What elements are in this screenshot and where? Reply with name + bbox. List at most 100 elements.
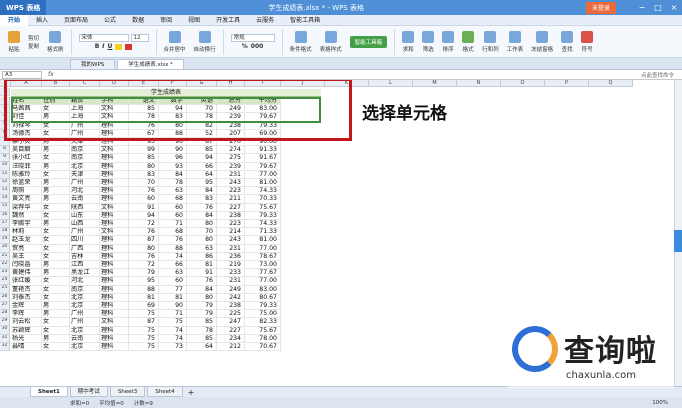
table-cell[interactable]: 张红媛 [11,277,42,286]
table-cell[interactable]: 80 [129,244,159,253]
table-cell[interactable]: 上海 [70,105,100,114]
table-cell[interactable]: 男 [42,302,70,311]
table-cell[interactable]: 75 [159,318,187,327]
table-cell[interactable]: 67 [129,129,159,138]
table-cell[interactable]: 理科 [100,285,129,294]
table-cell[interactable]: 理科 [100,343,129,352]
menu-data[interactable]: 数据 [124,15,152,26]
table-cell[interactable]: 77.00 [245,170,281,179]
find-button[interactable]: 查找 [557,28,577,56]
column-header-q[interactable]: Q [589,80,633,87]
table-cell[interactable]: 女 [42,228,70,237]
table-cell[interactable]: 理科 [100,277,129,286]
column-title-cell[interactable]: 籍贯 [70,97,100,106]
row-header[interactable]: 8 [0,146,10,155]
table-cell[interactable]: 84 [187,187,217,196]
wrap-text-button[interactable]: 自动换行 [190,28,220,56]
table-cell[interactable]: 76 [129,228,159,237]
row-header[interactable]: 10 [0,162,10,171]
table-cell[interactable]: 82 [187,121,217,130]
row-header[interactable]: 16 [0,211,10,220]
column-title-cell[interactable]: 性别 [42,97,70,106]
table-cell[interactable]: 女 [42,211,70,220]
table-cell[interactable]: 60 [159,211,187,220]
table-cell[interactable]: 男 [42,334,70,343]
table-cell[interactable]: 75 [129,326,159,335]
table-cell[interactable]: 黑龙江 [70,269,100,278]
percent-icon[interactable]: % [242,43,248,50]
sum-button[interactable]: 求和 [398,28,418,56]
table-cell[interactable]: 理科 [100,195,129,204]
table-cell[interactable]: 238 [217,302,245,311]
table-cell[interactable]: 233 [217,269,245,278]
column-header-p[interactable]: P [545,80,589,87]
column-header-f[interactable]: F [159,80,187,87]
bold-button[interactable]: B [95,43,100,50]
table-cell[interactable]: 76 [187,203,217,212]
column-title-cell[interactable]: 英语 [187,97,217,106]
table-cell[interactable]: 84 [187,285,217,294]
table-cell[interactable]: 理科 [100,244,129,253]
table-cell[interactable]: 南京 [70,154,100,163]
column-header-l[interactable]: L [369,80,413,87]
sheet-tab-1[interactable]: Sheet1 [30,387,68,397]
table-cell[interactable]: 77 [159,285,187,294]
table-cell[interactable]: 80.67 [245,293,281,302]
row-header[interactable]: 21 [0,252,10,261]
column-title-cell[interactable]: 数学 [159,97,187,106]
select-all-corner[interactable] [0,80,11,87]
row-header[interactable]: 30 [0,326,10,335]
table-cell[interactable]: 69.00 [245,129,281,138]
table-cell[interactable]: 女 [42,285,70,294]
table-cell[interactable]: 男 [42,261,70,270]
column-header-i[interactable]: I [245,80,281,87]
table-cell[interactable]: 238 [217,211,245,220]
table-cell[interactable]: 63 [159,269,187,278]
table-cell[interactable]: 96 [159,154,187,163]
close-icon[interactable]: × [666,3,682,12]
table-cell[interactable]: 女 [42,244,70,253]
table-cell[interactable]: 77.67 [245,269,281,278]
table-cell[interactable]: 243 [217,236,245,245]
table-cell[interactable]: 北京 [70,293,100,302]
table-cell[interactable]: 275 [217,154,245,163]
table-cell[interactable]: 227 [217,326,245,335]
table-cell[interactable]: 70 [129,179,159,188]
table-cell[interactable]: 理科 [100,121,129,130]
table-cell[interactable]: 70 [187,228,217,237]
table-cell[interactable]: 男 [42,310,70,319]
table-cell[interactable]: 79.33 [245,302,281,311]
table-cell[interactable]: 女 [42,318,70,327]
table-cell[interactable]: 83 [159,113,187,122]
table-cell[interactable]: 理科 [100,211,129,220]
row-header[interactable]: 23 [0,269,10,278]
table-cell[interactable]: 81.00 [245,236,281,245]
table-cell[interactable]: 梁荐华 [11,203,42,212]
table-cell[interactable]: 陈雅玲 [11,170,42,179]
table-cell[interactable]: 74.33 [245,220,281,229]
table-cell[interactable]: 广州 [70,129,100,138]
table-cell[interactable]: 87 [187,138,217,147]
table-cell[interactable]: 广州 [70,310,100,319]
table-cell[interactable]: 85 [187,318,217,327]
name-box[interactable]: A3 [2,70,42,79]
table-cell[interactable]: 63 [159,187,187,196]
column-header-b[interactable]: B [42,80,70,87]
table-cell[interactable]: 73 [159,343,187,352]
table-cell[interactable]: 马茜茜 [11,105,42,114]
table-cell[interactable]: 文科 [100,203,129,212]
table-cell[interactable]: 吴目醋 [11,146,42,155]
table-cell[interactable]: 75.67 [245,203,281,212]
table-cell[interactable]: 理科 [100,293,129,302]
row-header[interactable]: 26 [0,293,10,302]
table-cell[interactable]: 男 [42,195,70,204]
table-cell[interactable]: 理科 [100,252,129,261]
column-header-g[interactable]: G [187,80,217,87]
table-cell[interactable]: 91.67 [245,154,281,163]
table-cell[interactable]: 78 [187,113,217,122]
row-header[interactable]: 31 [0,334,10,343]
table-cell[interactable]: 249 [217,105,245,114]
table-cell[interactable]: 天津 [70,170,100,179]
row-header[interactable]: 7 [0,137,10,146]
table-cell[interactable]: 60 [129,195,159,204]
